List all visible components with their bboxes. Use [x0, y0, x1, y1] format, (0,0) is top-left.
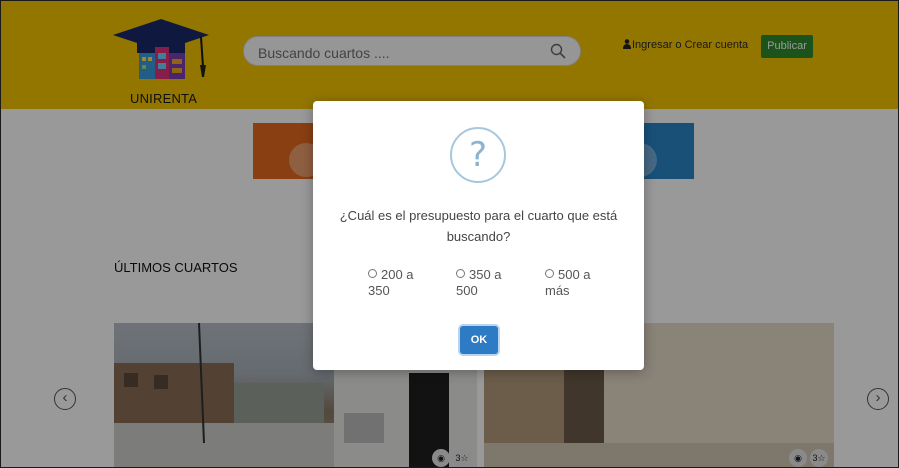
- dialog-question: ¿Cuál es el presupuesto para el cuarto q…: [339, 208, 618, 244]
- page: UNIRENTA Ingresar o Crear cuenta Publica…: [0, 0, 899, 468]
- budget-option-500-plus[interactable]: 500 a más: [545, 267, 605, 299]
- radio-icon[interactable]: [368, 269, 377, 278]
- budget-option-200-350[interactable]: 200 a 350: [368, 267, 428, 299]
- budget-option-350-500[interactable]: 350 a 500: [456, 267, 516, 299]
- question-icon: ?: [450, 127, 506, 183]
- ok-button[interactable]: OK: [460, 326, 498, 354]
- radio-icon[interactable]: [456, 269, 465, 278]
- budget-dialog: ? ¿Cuál es el presupuesto para el cuarto…: [313, 101, 644, 370]
- radio-icon[interactable]: [545, 269, 554, 278]
